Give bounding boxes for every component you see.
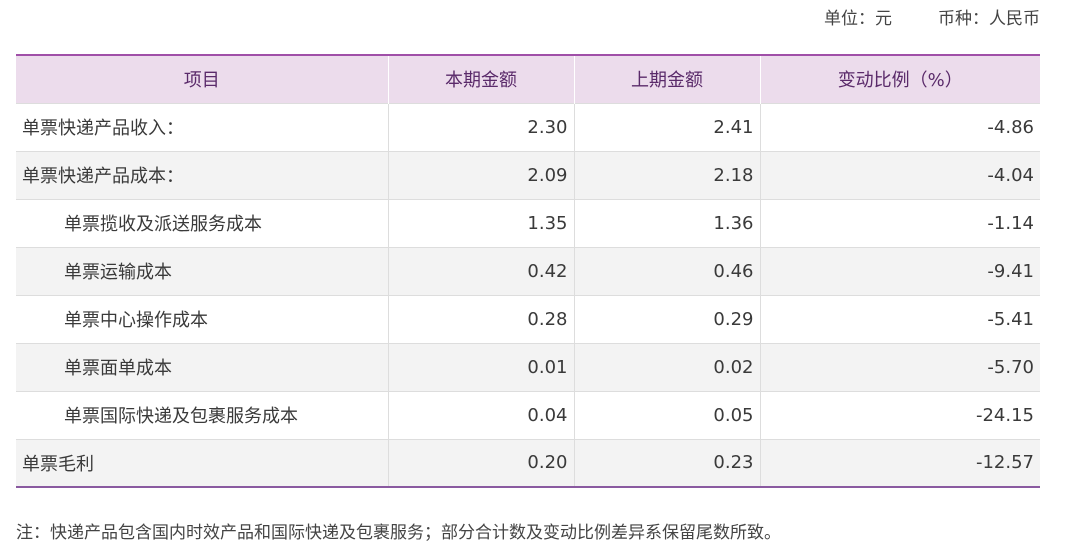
cell-change: -5.70	[759, 342, 1040, 391]
column-header-current: 本期金额	[387, 54, 574, 103]
cell-current: 2.30	[387, 102, 574, 151]
unit-label: 单位：元	[824, 9, 892, 29]
cell-previous: 0.02	[573, 342, 760, 391]
cell-change: -12.57	[759, 438, 1040, 488]
cell-previous: 0.05	[573, 390, 760, 439]
cell-item: 单票运输成本	[16, 246, 388, 295]
cell-item: 单票面单成本	[16, 342, 388, 391]
cell-item: 单票揽收及派送服务成本	[16, 198, 388, 247]
cell-current: 0.20	[387, 438, 574, 488]
cell-previous: 0.23	[573, 438, 760, 488]
table-header-row: 项目 本期金额 上期金额 变动比例（%）	[16, 54, 1040, 103]
cell-change: -1.14	[759, 198, 1040, 247]
cell-item: 单票国际快递及包裹服务成本	[16, 390, 388, 439]
column-header-item: 项目	[16, 54, 388, 103]
cell-change: -4.86	[759, 102, 1040, 151]
footnote: 注：快递产品包含国内时效产品和国际快递及包裹服务；部分合计数及变动比例差异系保留…	[16, 523, 781, 543]
cell-previous: 0.46	[573, 246, 760, 295]
cell-change: -4.04	[759, 150, 1040, 199]
cell-current: 0.01	[387, 342, 574, 391]
table-row: 单票面单成本 0.01 0.02 -5.70	[16, 342, 1040, 391]
cell-change: -24.15	[759, 390, 1040, 439]
column-header-previous: 上期金额	[573, 54, 760, 103]
table-row: 单票毛利 0.20 0.23 -12.57	[16, 438, 1040, 488]
cell-previous: 1.36	[573, 198, 760, 247]
cell-item: 单票毛利	[16, 438, 388, 488]
table-row: 单票中心操作成本 0.28 0.29 -5.41	[16, 294, 1040, 343]
currency-label: 币种：人民币	[938, 9, 1040, 29]
cell-current: 1.35	[387, 198, 574, 247]
cell-change: -5.41	[759, 294, 1040, 343]
cell-item: 单票快递产品收入：	[16, 102, 388, 151]
table-row: 单票快递产品成本： 2.09 2.18 -4.04	[16, 150, 1040, 199]
table-row: 单票揽收及派送服务成本 1.35 1.36 -1.14	[16, 198, 1040, 247]
table-row: 单票快递产品收入： 2.30 2.41 -4.86	[16, 102, 1040, 151]
cell-item: 单票中心操作成本	[16, 294, 388, 343]
financial-table: 项目 本期金额 上期金额 变动比例（%） 单票快递产品收入： 2.30 2.41 -4…	[16, 54, 1040, 488]
cell-current: 0.28	[387, 294, 574, 343]
cell-item: 单票快递产品成本：	[16, 150, 388, 199]
cell-previous: 0.29	[573, 294, 760, 343]
table-row: 单票国际快递及包裹服务成本 0.04 0.05 -24.15	[16, 390, 1040, 439]
cell-previous: 2.18	[573, 150, 760, 199]
cell-current: 0.04	[387, 390, 574, 439]
cell-current: 2.09	[387, 150, 574, 199]
cell-change: -9.41	[759, 246, 1040, 295]
units-header: 单位：元 币种：人民币	[824, 4, 1040, 29]
cell-previous: 2.41	[573, 102, 760, 151]
column-header-change: 变动比例（%）	[759, 54, 1040, 103]
cell-current: 0.42	[387, 246, 574, 295]
table-row: 单票运输成本 0.42 0.46 -9.41	[16, 246, 1040, 295]
